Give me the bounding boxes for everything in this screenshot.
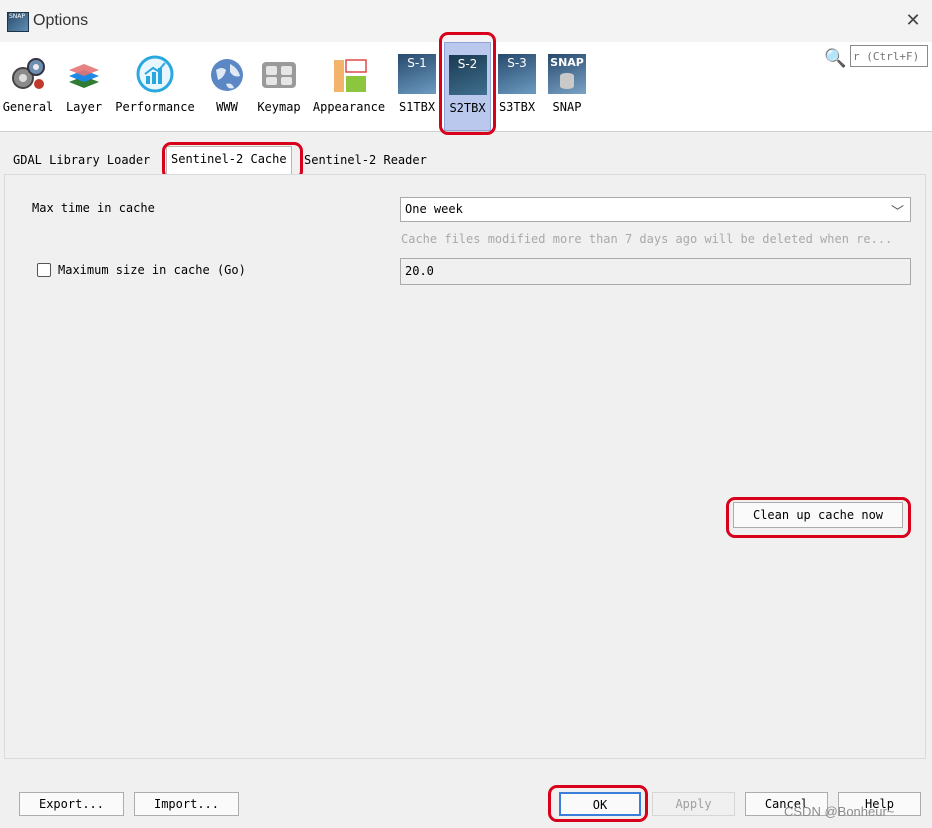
layers-icon [69, 64, 99, 88]
max-size-label: Maximum size in cache (Go) [58, 263, 246, 277]
max-size-checkbox[interactable] [37, 263, 51, 277]
category-label: S3TBX [498, 100, 536, 114]
cache-hint-text: Cache files modified more than 7 days ag… [401, 232, 893, 246]
s3-icon: S-3 [498, 54, 536, 94]
category-general[interactable]: General [0, 42, 56, 131]
category-label: Performance [115, 100, 195, 114]
category-label: SNAP [552, 100, 582, 114]
appearance-icon [334, 59, 367, 92]
snap-app-icon: SNAP [7, 12, 29, 32]
snap-badge: SNAP [550, 56, 584, 69]
category-snap[interactable]: SNAP SNAP [545, 42, 589, 131]
keyboard-icon [262, 62, 296, 88]
category-s2tbx[interactable]: S-2 S2TBX [444, 42, 491, 131]
max-time-dropdown[interactable]: One week ﹀ [400, 197, 911, 222]
category-toolbar: General Layer Performance WWW Keymap App… [0, 42, 932, 132]
close-icon[interactable]: ✕ [900, 10, 926, 32]
app-icon-text: SNAP [9, 13, 26, 20]
window-title: Options [33, 12, 89, 29]
category-label: Layer [65, 100, 103, 114]
s3-badge: S-3 [507, 56, 527, 70]
category-label: General [2, 100, 54, 114]
max-size-field[interactable]: 20.0 [400, 258, 911, 285]
performance-chart-icon [136, 55, 174, 93]
s2-badge: S-2 [457, 57, 478, 71]
category-label: Keymap [257, 100, 301, 114]
category-label: WWW [216, 100, 238, 114]
snap-icon: SNAP [548, 54, 586, 94]
import-button[interactable]: Import... [134, 792, 239, 816]
gears-icon [12, 58, 45, 89]
search-icon[interactable]: 🔍 [824, 48, 846, 69]
database-icon [560, 73, 574, 89]
watermark-text: CSDN @Bonheur~ [784, 804, 895, 819]
search-input[interactable] [850, 45, 928, 67]
category-label: S1TBX [398, 100, 436, 114]
max-time-value: One week [405, 202, 463, 216]
category-s3tbx[interactable]: S-3 S3TBX [496, 42, 538, 131]
category-www[interactable]: WWW [205, 42, 249, 131]
category-keymap[interactable]: Keymap [254, 42, 304, 131]
max-time-label: Max time in cache [32, 201, 155, 215]
category-label: S2TBX [449, 101, 486, 115]
globe-icon [211, 59, 243, 91]
s1-icon: S-1 [398, 54, 436, 94]
tab-sentinel-2-reader[interactable]: Sentinel-2 Reader [300, 148, 431, 172]
s2-icon: S-2 [448, 55, 487, 95]
tab-gdal-library-loader[interactable]: GDAL Library Loader [9, 148, 154, 172]
category-appearance[interactable]: Appearance [309, 42, 389, 131]
chevron-down-icon: ﹀ [890, 205, 904, 220]
category-s1tbx[interactable]: S-1 S1TBX [396, 42, 438, 131]
tab-sentinel-2-cache[interactable]: Sentinel-2 Cache [166, 146, 292, 175]
title-bar [0, 0, 932, 42]
clean-up-cache-button[interactable]: Clean up cache now [733, 502, 903, 528]
category-layer[interactable]: Layer [60, 42, 108, 131]
export-button[interactable]: Export... [19, 792, 124, 816]
ok-button[interactable]: OK [559, 792, 641, 816]
category-label: Appearance [312, 100, 386, 114]
s1-badge: S-1 [407, 56, 427, 70]
apply-button[interactable]: Apply [652, 792, 735, 816]
category-performance[interactable]: Performance [111, 42, 199, 131]
